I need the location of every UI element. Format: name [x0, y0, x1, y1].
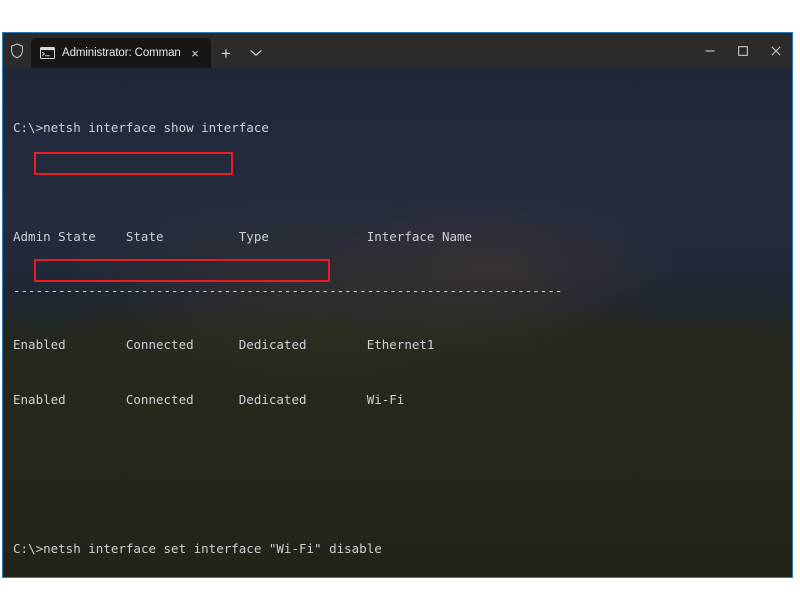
terminal-line-command-1: C:\>netsh interface show interface: [13, 119, 792, 135]
separator-text: ----------------------------------------…: [13, 282, 563, 298]
prompt-text: C:\>: [13, 119, 44, 135]
terminal-line-command-2: C:\>netsh interface set interface "Wi-Fi…: [13, 542, 792, 556]
console-icon: [40, 47, 55, 60]
title-bar: Administrator: Command Pror × +: [3, 33, 792, 68]
prompt-text: C:\>: [13, 541, 44, 557]
terminal-line-separator: ----------------------------------------…: [13, 284, 792, 298]
command-text: netsh interface show interface: [43, 119, 269, 135]
maximize-button[interactable]: [726, 33, 759, 68]
table-row: Enabled Connected Dedicated Ethernet1: [13, 338, 792, 352]
titlebar-drag-region[interactable]: [271, 33, 693, 68]
tab-command-prompt[interactable]: Administrator: Command Pror ×: [31, 38, 211, 68]
table-row-text: Enabled Connected Dedicated Wi-Fi: [13, 391, 405, 407]
terminal-screen[interactable]: C:\>netsh interface show interface Admin…: [3, 68, 792, 577]
command-prompt-window: Administrator: Command Pror × +: [2, 32, 793, 578]
terminal-line-table-header: Admin State State Type Interface Name: [13, 228, 792, 244]
window-controls: [693, 33, 792, 68]
table-row-text: Enabled Connected Dedicated Ethernet1: [13, 337, 435, 353]
minimize-button[interactable]: [693, 33, 726, 68]
close-button[interactable]: [759, 33, 792, 68]
tab-title: Administrator: Command Pror: [62, 47, 180, 59]
table-header-text: Admin State State Type Interface Name: [13, 228, 473, 244]
table-row: Enabled Connected Dedicated Wi-Fi: [13, 391, 792, 407]
command-text: netsh interface set interface "Wi-Fi" di…: [43, 541, 382, 557]
terminal-body[interactable]: C:\>netsh interface show interface Admin…: [3, 68, 792, 577]
shield-icon: [3, 33, 31, 68]
new-tab-button[interactable]: +: [211, 38, 241, 68]
close-tab-icon[interactable]: ×: [185, 43, 205, 63]
chevron-down-icon[interactable]: [241, 38, 271, 68]
